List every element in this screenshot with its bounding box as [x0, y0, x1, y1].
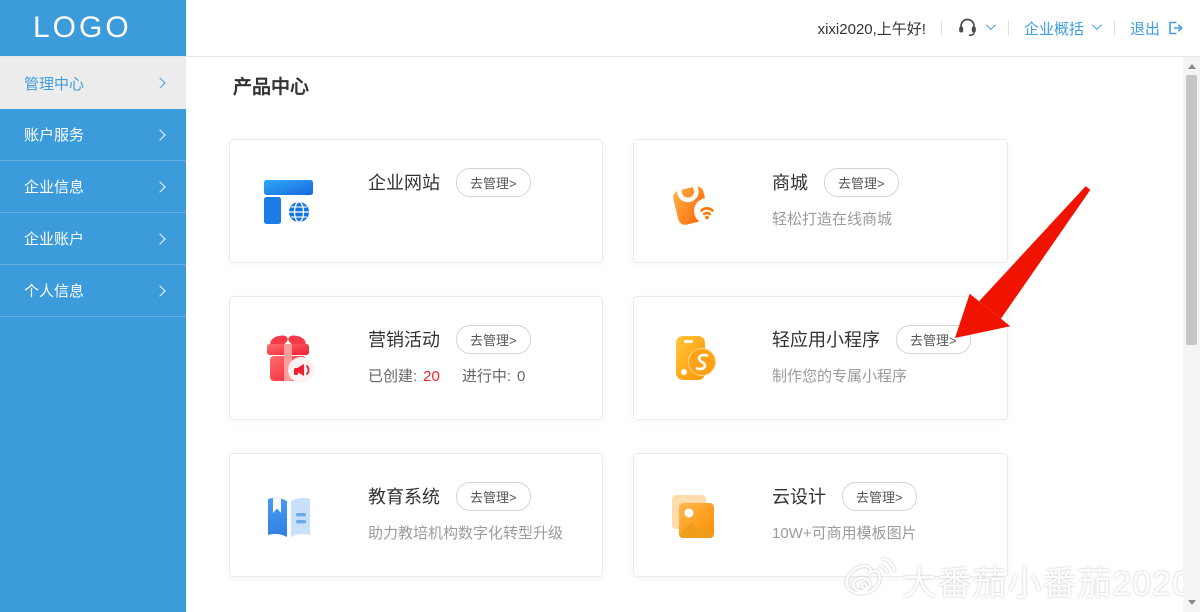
chevron-right-icon — [154, 233, 165, 244]
sidebar-item-label: 账户服务 — [24, 124, 84, 145]
card-title: 企业网站 — [368, 169, 440, 195]
page-title: 产品中心 — [233, 72, 309, 99]
divider — [1114, 21, 1115, 35]
chevron-right-icon — [154, 77, 165, 88]
card-title: 教育系统 — [368, 483, 440, 509]
card-cloud-design: 云设计 去管理> 10W+可商用模板图片 — [633, 453, 1008, 577]
card-text: 商城 去管理> 轻松打造在线商城 — [772, 169, 899, 233]
logout-icon — [1167, 20, 1184, 36]
card-title: 营销活动 — [368, 326, 440, 352]
chevron-right-icon — [154, 285, 165, 296]
sidebar-item-label: 企业账户 — [24, 228, 84, 249]
card-subtitle: 助力教培机构数字化转型升级 — [368, 522, 563, 543]
sidebar-item-label: 企业信息 — [24, 176, 84, 197]
manage-button[interactable]: 去管理> — [842, 482, 917, 511]
top-bar-right: xixi2020,上午好! 企业概括 退出 — [186, 0, 1200, 56]
card-subtitle: 制作您的专属小程序 — [772, 365, 971, 386]
miniapp-icon — [664, 329, 722, 387]
manage-button[interactable]: 去管理> — [456, 168, 531, 197]
manage-button[interactable]: 去管理> — [824, 168, 899, 197]
card-subtitle: 10W+可商用模板图片 — [772, 522, 917, 543]
sidebar-item-personal-info[interactable]: 个人信息 — [0, 265, 186, 317]
card-title: 云设计 — [772, 483, 826, 509]
manage-button[interactable]: 去管理> — [456, 482, 531, 511]
card-mini-program: 轻应用小程序 去管理> 制作您的专属小程序 — [633, 296, 1008, 420]
card-subtitle: 轻松打造在线商城 — [772, 208, 899, 229]
logout-label: 退出 — [1130, 18, 1160, 39]
scroll-down-arrow-icon[interactable] — [1188, 600, 1196, 605]
chevron-right-icon — [154, 129, 165, 140]
card-education: 教育系统 去管理> 助力教培机构数字化转型升级 — [229, 453, 603, 577]
sidebar-item-label: 个人信息 — [24, 280, 84, 301]
card-text: 企业网站 去管理> — [368, 169, 531, 233]
card-title: 商城 — [772, 169, 808, 195]
chevron-down-icon — [1092, 20, 1102, 30]
chevron-down-icon — [986, 20, 996, 30]
scroll-up-arrow-icon[interactable] — [1188, 64, 1196, 69]
scrollbar-thumb[interactable] — [1186, 75, 1197, 345]
card-text: 云设计 去管理> 10W+可商用模板图片 — [772, 483, 917, 547]
card-text: 教育系统 去管理> 助力教培机构数字化转型升级 — [368, 483, 563, 547]
card-title: 轻应用小程序 — [772, 326, 880, 352]
website-icon — [260, 172, 318, 230]
logo: LOGO — [0, 0, 186, 56]
card-text: 轻应用小程序 去管理> 制作您的专属小程序 — [772, 326, 971, 390]
card-text: 营销活动 去管理> 已创建: 20 进行中: 0 — [368, 326, 531, 390]
manage-button[interactable]: 去管理> — [456, 325, 531, 354]
enterprise-overview-label: 企业概括 — [1024, 18, 1084, 39]
created-value: 20 — [423, 368, 440, 385]
sidebar-item-enterprise-account[interactable]: 企业账户 — [0, 213, 186, 265]
education-icon — [260, 486, 318, 544]
running-label: 进行中: — [462, 368, 511, 385]
mall-icon — [664, 172, 722, 230]
logout-button[interactable]: 退出 — [1130, 18, 1184, 39]
manage-button[interactable]: 去管理> — [896, 325, 971, 354]
running-value: 0 — [517, 368, 525, 385]
top-bar: LOGO xixi2020,上午好! 企业概括 退出 — [0, 0, 1200, 57]
card-stats: 已创建: 20 进行中: 0 — [368, 365, 531, 386]
sidebar-item-management-center[interactable]: 管理中心 — [0, 57, 186, 109]
enterprise-overview-menu[interactable]: 企业概括 — [1024, 18, 1099, 39]
user-greeting: xixi2020,上午好! — [818, 18, 926, 39]
divider — [941, 21, 942, 35]
headset-icon — [957, 16, 978, 41]
design-icon — [664, 486, 722, 544]
card-marketing: 营销活动 去管理> 已创建: 20 进行中: 0 — [229, 296, 603, 420]
chevron-right-icon — [154, 181, 165, 192]
vertical-scrollbar[interactable] — [1183, 57, 1200, 612]
support-menu[interactable] — [957, 16, 993, 41]
sidebar-item-enterprise-info[interactable]: 企业信息 — [0, 161, 186, 213]
card-mall: 商城 去管理> 轻松打造在线商城 — [633, 139, 1008, 263]
product-card-grid: 企业网站 去管理> — [229, 139, 1008, 577]
sidebar-item-label: 管理中心 — [24, 73, 84, 94]
card-enterprise-website: 企业网站 去管理> — [229, 139, 603, 263]
sidebar-item-account-services[interactable]: 账户服务 — [0, 109, 186, 161]
sidebar: 管理中心 账户服务 企业信息 企业账户 个人信息 — [0, 57, 186, 612]
marketing-icon — [260, 329, 318, 387]
created-label: 已创建: — [368, 368, 417, 385]
divider — [1008, 21, 1009, 35]
